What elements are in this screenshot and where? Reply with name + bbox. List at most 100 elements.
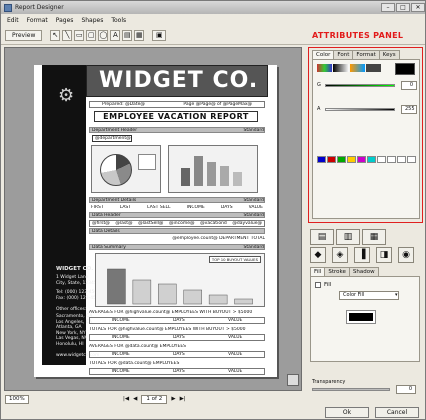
sub-col-income: INCOME [111, 369, 130, 374]
totals-all-line[interactable]: TOTALS FOR @data.count@ EMPLOYEES [89, 361, 265, 366]
field-income[interactable]: @income@ [169, 221, 194, 226]
style-icon[interactable]: ◉ [398, 247, 414, 263]
menu-format[interactable]: Format [27, 17, 48, 24]
rounded-rect-tool-icon[interactable]: ▢ [86, 30, 97, 41]
report-sidebar[interactable]: ⚙ WIDGET CO. 1 Widget Lane City, State, … [42, 65, 102, 365]
image-tool-icon[interactable]: ▣ [152, 30, 167, 41]
fill-icon[interactable]: ◈ [332, 247, 348, 263]
first-page-icon[interactable]: |◀ [123, 396, 129, 402]
menu-pages[interactable]: Pages [56, 17, 74, 24]
ok-button[interactable]: Ok [325, 407, 369, 418]
rectangle-tool-icon[interactable]: ▭ [74, 30, 85, 41]
menu-edit[interactable]: Edit [7, 17, 19, 24]
summary-bar [234, 298, 253, 305]
ellipse-tool-icon[interactable]: ◯ [98, 30, 109, 41]
fill-type-select[interactable]: Color Fill [339, 291, 399, 300]
averages-high-line[interactable]: AVERAGES FOR @highvalue.count@ EMPLOYEES… [89, 310, 265, 315]
color-mode-swatches[interactable] [317, 64, 381, 72]
grid-icon[interactable]: ▦ [362, 229, 386, 245]
fill-checkbox[interactable] [315, 282, 321, 288]
col-last: LAST [119, 205, 132, 210]
field-last-sell[interactable]: @lastSell@ [138, 221, 163, 226]
canvas-corner-icon[interactable] [287, 374, 299, 386]
field-day-value[interactable]: @dayvalue@ [232, 221, 262, 226]
shadow-icon[interactable]: ◨ [376, 247, 392, 263]
report-page[interactable]: ⚙ WIDGET CO. 1 Widget Lane City, State, … [34, 65, 277, 377]
minimize-icon[interactable]: – [381, 3, 395, 12]
field-vacation-days[interactable]: @vacationd [200, 221, 227, 226]
top-buyout-chart[interactable]: TOP 10 BUYOUT VALUES [95, 253, 265, 307]
field-first[interactable]: @first@ [92, 221, 110, 226]
tab-font[interactable]: Font [333, 50, 354, 59]
report-title[interactable]: EMPLOYEE VACATION REPORT [94, 111, 258, 122]
r-value-field[interactable]: 0 [401, 81, 417, 90]
tab-stroke[interactable]: Stroke [324, 267, 350, 276]
tab-color[interactable]: Color [312, 50, 335, 59]
band-standard-label: Standard [243, 213, 264, 218]
data-details-band[interactable]: Data Details [89, 228, 265, 234]
cancel-button[interactable]: Cancel [375, 407, 419, 418]
design-canvas[interactable]: ⚙ WIDGET CO. 1 Widget Lane City, State, … [4, 47, 302, 391]
band-standard-label: Standard [243, 245, 264, 250]
text-tool-icon[interactable]: A [110, 30, 121, 41]
transparency-slider[interactable] [312, 388, 390, 391]
chart-bar [181, 168, 190, 186]
tab-format[interactable]: Format [352, 50, 380, 59]
tab-shadow[interactable]: Shadow [348, 267, 379, 276]
last-page-icon[interactable]: ▶| [180, 396, 186, 402]
table-tool-icon[interactable]: ▤ [122, 30, 133, 41]
pointer-tool-icon[interactable]: ↖ [50, 30, 61, 41]
data-fields-row[interactable]: @first@ @last@ @lastSell@ @income@ @vaca… [89, 220, 265, 227]
summary-bar [208, 294, 228, 305]
menu-tools[interactable]: Tools [111, 17, 126, 24]
next-page-icon[interactable]: ▶ [171, 396, 175, 402]
totals-high-line[interactable]: TOTALS FOR @highvalue.count@ EMPLOYEES W… [89, 327, 265, 332]
department-header-label: Department Header [92, 128, 138, 133]
preview-button[interactable]: Preview [5, 30, 43, 41]
totals-high-cols: INCOME DAYS VALUE [89, 334, 265, 341]
chevron-down-icon[interactable]: ▾ [395, 292, 398, 298]
company-logo[interactable]: WIDGET CO. [86, 65, 268, 97]
color-palette[interactable] [317, 156, 417, 168]
attributes-panel: Color Font Format Keys G 0 A 255 [308, 47, 423, 223]
stroke-icon[interactable]: ▐ [354, 247, 370, 263]
department-details-band[interactable]: Department Details Standard [89, 197, 265, 203]
line-tool-icon[interactable]: ╲ [62, 30, 73, 41]
page-indicator[interactable]: 1 of 2 [141, 394, 168, 404]
pie-chart[interactable] [91, 145, 161, 193]
sub-col-value: VALUE [228, 352, 243, 357]
current-color-swatch[interactable] [395, 63, 415, 75]
sub-col-value: VALUE [228, 335, 243, 340]
bar-chart-3d[interactable] [168, 145, 258, 193]
tab-keys[interactable]: Keys [378, 50, 400, 59]
prev-page-icon[interactable]: ◀ [133, 396, 137, 402]
field-last[interactable]: @last@ [115, 221, 132, 226]
chart-tool-icon[interactable]: ▦ [134, 30, 145, 41]
department-total-line[interactable]: @employee.count@ DEPARTMENT TOTAL [89, 236, 265, 241]
department-header-band[interactable]: Department Header Standard [89, 127, 265, 133]
sub-col-days: DAYS [173, 335, 185, 340]
menu-shapes[interactable]: Shapes [81, 17, 103, 24]
data-header-band[interactable]: Data Header Standard [89, 212, 265, 218]
close-icon[interactable]: ✕ [411, 3, 425, 12]
sub-col-income: INCOME [111, 318, 130, 323]
department-field[interactable]: @department@ [92, 135, 132, 142]
r-slider[interactable] [325, 84, 395, 87]
alpha-slider[interactable] [325, 108, 395, 111]
averages-all-line[interactable]: AVERAGES FOR @data.count@ EMPLOYEES [89, 344, 265, 349]
alignment-icon[interactable]: ▤ [310, 229, 334, 245]
alpha-value-field[interactable]: 255 [401, 105, 417, 114]
zoom-select[interactable]: 100% [5, 394, 29, 404]
prepared-row[interactable]: Prepared: @Date@ Page @Page@ of @PageMax… [89, 101, 265, 108]
maximize-icon[interactable]: □ [396, 3, 410, 12]
data-summary-band[interactable]: Data Summary Standard [89, 244, 265, 250]
sub-col-value: VALUE [228, 369, 243, 374]
bucket-icon[interactable]: ◆ [310, 247, 326, 263]
title-bar: Report Designer – □ ✕ [1, 1, 425, 14]
averages-high-cols: INCOME DAYS VALUE [89, 317, 265, 324]
tab-fill[interactable]: Fill [310, 267, 326, 276]
band-standard-label: Standard [243, 128, 264, 133]
totals-all-cols: INCOME DAYS VALUE [89, 368, 265, 375]
fill-color-swatch[interactable] [346, 310, 376, 324]
arrange-icon[interactable]: ▥ [336, 229, 360, 245]
